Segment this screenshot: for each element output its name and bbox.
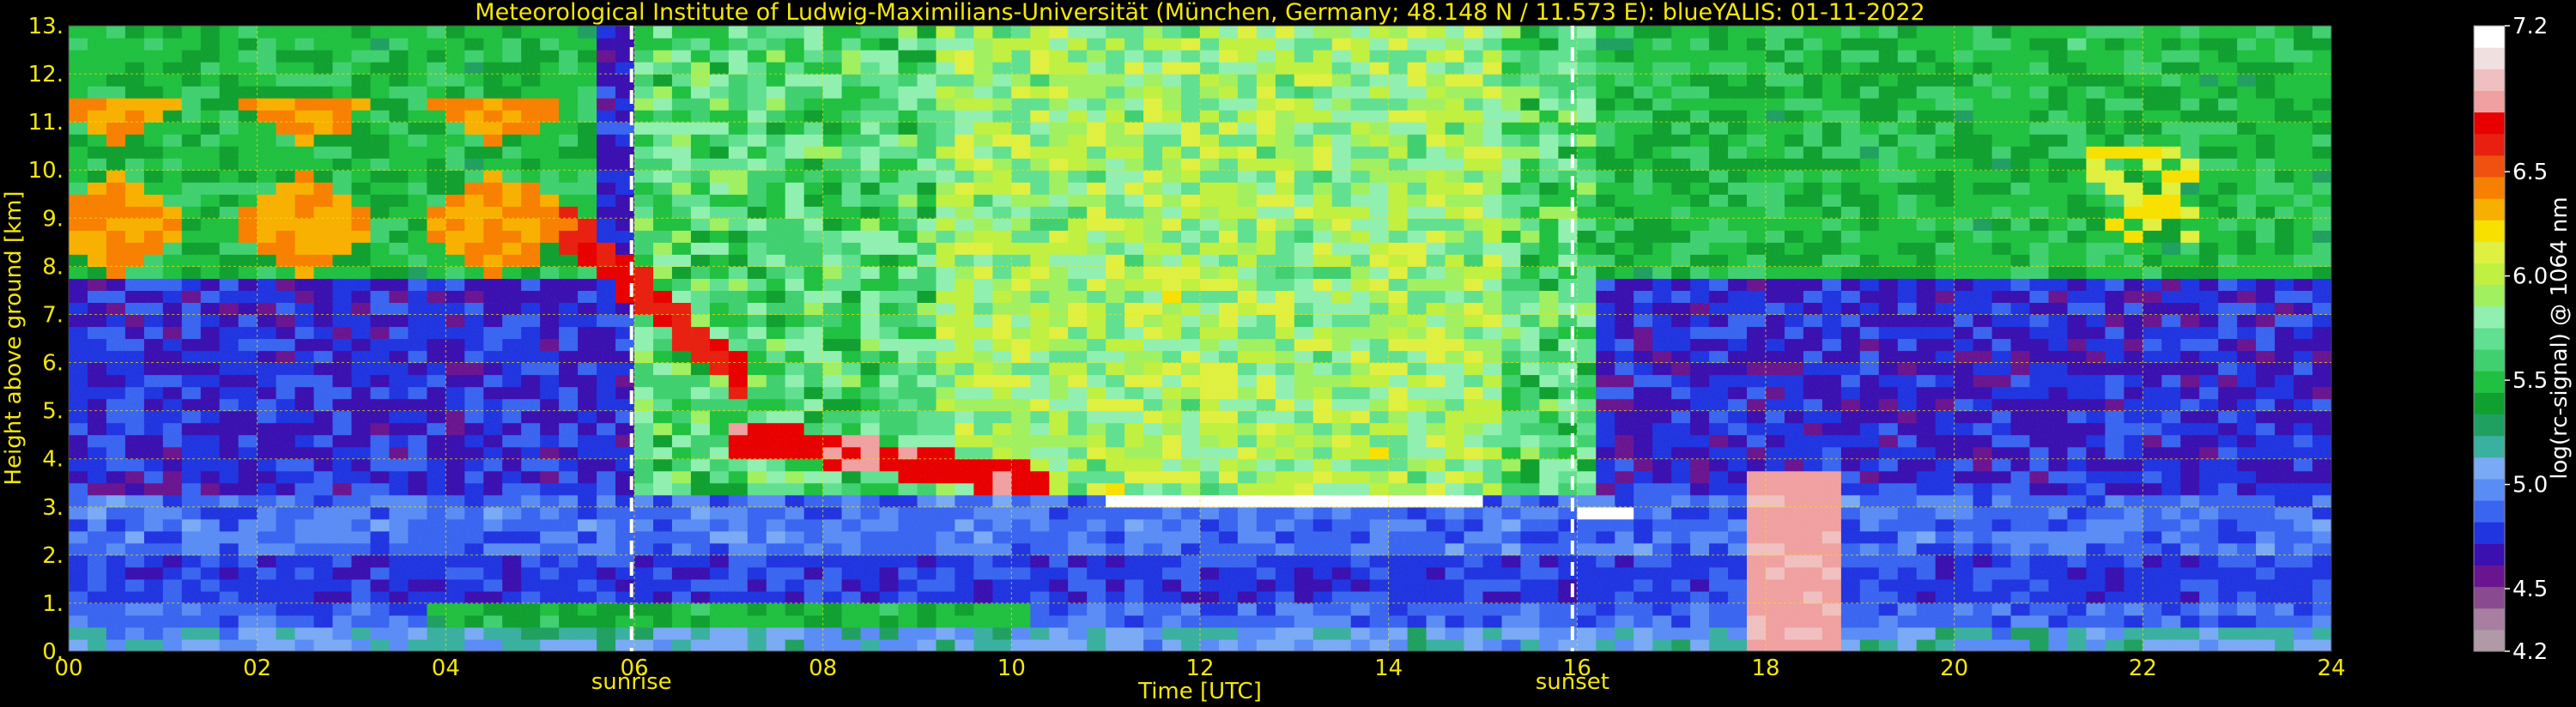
- colorbar-swatch: [2474, 305, 2505, 329]
- colorbar-swatch: [2474, 414, 2505, 437]
- y-tick-label: 0.: [42, 639, 64, 665]
- x-tick-label: 20: [1940, 656, 1968, 681]
- colorbar-swatch: [2474, 90, 2505, 113]
- x-tick-label: 12: [1185, 656, 1214, 681]
- y-tick-label: 2.: [42, 543, 64, 569]
- chart-title: Meteorological Institute of Ludwig-Maxim…: [475, 0, 1924, 26]
- y-tick-labels: 0. 1. 2. 3. 4. 5. 6. 7. 8. 9. 10. 11. 12. 13.: [28, 14, 64, 665]
- colorbar-swatch: [2474, 392, 2505, 414]
- colorbar-swatch: [2474, 263, 2505, 286]
- colorbar-swatch: [2474, 522, 2505, 544]
- colorbar-tick-label: 6.5: [2512, 160, 2548, 185]
- colorbar-swatch: [2474, 607, 2505, 631]
- colorbar-swatch: [2474, 241, 2505, 264]
- y-tick-label: 10.: [28, 158, 64, 184]
- y-tick-label: 4.: [42, 447, 64, 473]
- x-tick-label: 18: [1751, 656, 1779, 681]
- x-tick-label: 22: [2129, 656, 2157, 681]
- colorbar-swatch: [2474, 456, 2505, 480]
- colorbar-swatch: [2474, 543, 2505, 565]
- y-tick-label: 1.: [42, 591, 64, 617]
- colorbar-swatch: [2474, 629, 2505, 652]
- colorbar-tick-label: 5.5: [2512, 368, 2548, 394]
- x-tick-label: 08: [809, 656, 837, 681]
- heatmap-cell: [2331, 639, 2351, 652]
- colorbar-label: log(rc-signal) @ 1064 nm: [2547, 196, 2573, 479]
- colorbar-swatch: [2474, 327, 2505, 350]
- colorbar-swatch: [2474, 586, 2505, 609]
- y-axis-label: Height above ground [km]: [1, 190, 27, 485]
- colorbar-swatch: [2474, 349, 2505, 372]
- colorbar-tick-label: 5.0: [2512, 473, 2548, 499]
- colorbar-swatch: [2474, 133, 2505, 156]
- colorbar-swatch: [2474, 220, 2505, 242]
- y-tick-label: 12.: [28, 62, 64, 88]
- colorbar-swatch: [2474, 69, 2505, 91]
- x-tick-label: 14: [1374, 656, 1403, 681]
- colorbar-swatch: [2474, 47, 2505, 69]
- colorbar-swatch: [2474, 371, 2505, 393]
- colorbar-swatch: [2474, 154, 2505, 178]
- colorbar-swatch: [2474, 112, 2505, 135]
- x-tick-label: 04: [432, 656, 460, 681]
- x-tick-label: 10: [997, 656, 1026, 681]
- y-tick-label: 6.: [42, 351, 64, 377]
- x-tick-label: 06: [620, 656, 648, 681]
- y-tick-label: 8.: [42, 254, 64, 280]
- y-tick-label: 7.: [42, 302, 64, 328]
- y-tick-label: 9.: [42, 206, 64, 232]
- colorbar-swatch: [2474, 284, 2505, 307]
- colorbar-swatch: [2474, 500, 2505, 523]
- colorbar-swatch: [2474, 26, 2505, 48]
- x-axis-label: Time [UTC]: [1137, 679, 1262, 704]
- colorbar: 4.2 4.5 5.0 5.5 6.0 6.5 7.2: [2473, 14, 2548, 665]
- colorbar-tick-label: 4.5: [2512, 577, 2548, 602]
- x-tick-label: 24: [2317, 656, 2345, 681]
- colorbar-tick-label: 7.2: [2512, 14, 2548, 39]
- colorbar-tick-label: 6.0: [2512, 264, 2548, 290]
- x-tick-label: 02: [243, 656, 271, 681]
- x-tick-label: 16: [1563, 656, 1591, 681]
- y-tick-label: 5.: [42, 399, 64, 425]
- colorbar-swatch: [2474, 177, 2505, 199]
- colorbar-swatch: [2474, 435, 2505, 458]
- colorbar-swatch: [2474, 565, 2505, 588]
- y-tick-label: 13.: [28, 14, 64, 39]
- colorbar-swatch: [2474, 478, 2505, 501]
- lidar-chart: sunrise sunset 00 02 04 06 08 10 12 14 16 18 20 22 24…: [1, 0, 2573, 704]
- x-tick-labels: 00 02 04 06 08 10 12 14 16 18 20 22 24: [54, 656, 2345, 681]
- y-tick-label: 3.: [42, 495, 64, 521]
- colorbar-swatch: [2474, 198, 2505, 221]
- y-tick-label: 11.: [28, 110, 64, 136]
- colorbar-tick-label: 4.2: [2512, 639, 2548, 665]
